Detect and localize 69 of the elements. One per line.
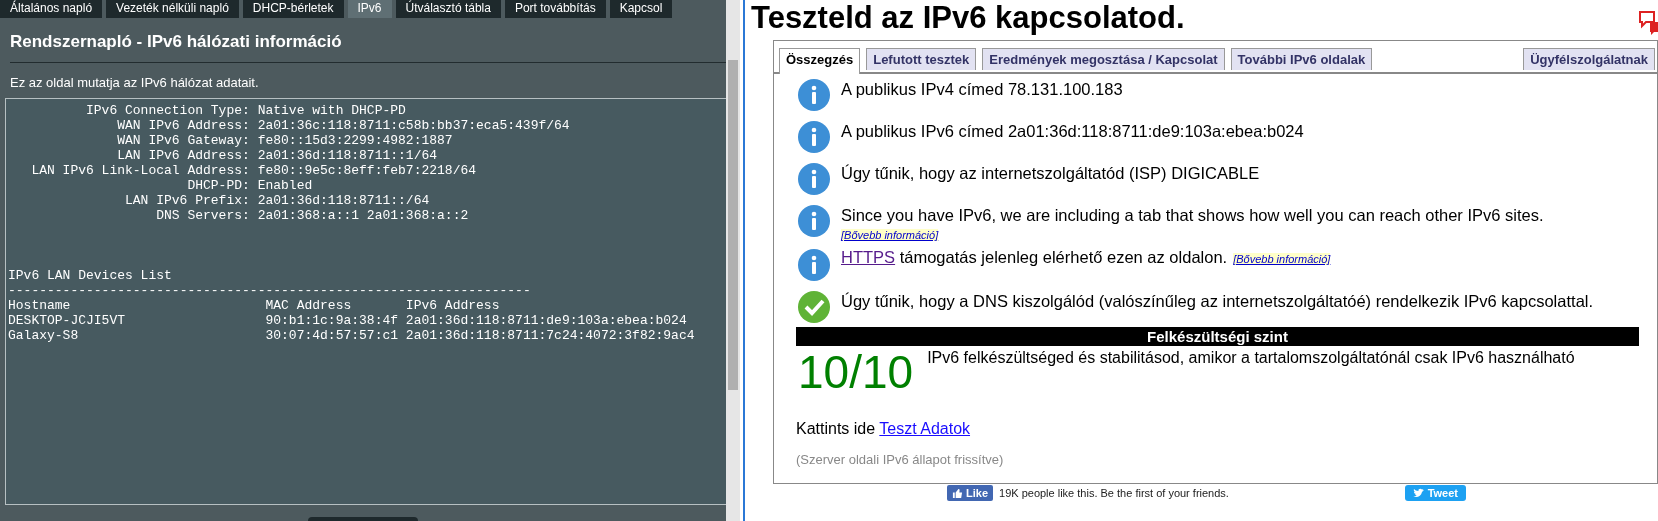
more-info-link[interactable]: [Bővebb információ] <box>841 229 939 241</box>
log-value: Native with DHCP-PD <box>257 103 407 118</box>
info-icon <box>797 248 831 282</box>
result-text: A publikus IPv4 címed 78.131.100.183 <box>841 79 1123 99</box>
result-text: Since you have IPv6, we are including a tab that shows how well you can reach other IPv6 sites. <box>841 205 1544 225</box>
column-header: MAC Address <box>265 298 353 313</box>
table-cell-text: Galaxy-S8 <box>8 328 80 343</box>
details-prompt: Kattints ide <box>796 420 876 437</box>
link[interactable]: HTTPS <box>841 248 896 266</box>
log-heading: IPv6 LAN Devices List <box>8 268 172 283</box>
log-label: WAN IPv6 Address: <box>116 118 250 133</box>
table-cell-text: 30:07:4d:57:57:c1 <box>265 328 400 343</box>
page-title: Teszteld az IPv6 kapcsolatod. <box>751 0 1185 36</box>
table-cell-text: 90:b1:1c:9a:38:4f <box>265 313 400 328</box>
like-button[interactable]: Like <box>947 485 993 501</box>
result-text: A publikus IPv6 címed 2a01:36d:118:8711:de9:103a:ebea:b024 <box>841 121 1304 141</box>
tab[interactable]: Kapcsol <box>609 0 673 18</box>
page-title: Rendszernapló - IPv6 hálózati információ <box>10 18 726 63</box>
table-cell: 2a01:36d:118:8711:7c24:4072:3f82:9ac4 <box>405 328 695 343</box>
tab[interactable]: További IPv6 oldalak <box>1230 48 1373 70</box>
thumbs-up-icon <box>952 487 963 499</box>
link[interactable]: Teszt Adatok <box>879 420 971 437</box>
log-value: fe80::9e5c:8eff:feb7:2218/64 <box>257 163 478 178</box>
tab[interactable]: Lefutott tesztek <box>866 48 977 70</box>
log-label: DHCP-PD: <box>186 178 250 193</box>
bird-icon <box>1412 488 1425 498</box>
score: 10/10 <box>798 346 914 398</box>
info-icon <box>797 204 831 238</box>
log-value: 2a01:368:a::1 2a01:368:a::2 <box>257 208 470 223</box>
tab[interactable]: Útválasztó tábla <box>395 0 501 18</box>
score-description: IPv6 felkészültséged és stabilitásod, amikor a tartalomszolgáltatónál csak IPv6 használható <box>927 348 1575 367</box>
checkmark-icon <box>797 290 831 324</box>
tab[interactable]: Vezeték nélküli napló <box>106 0 239 18</box>
log-label: DNS Servers: <box>155 208 250 223</box>
tab[interactable]: Összegzés <box>779 48 861 74</box>
tab[interactable]: Általános napló <box>0 0 103 18</box>
scrollbar[interactable] <box>726 0 740 521</box>
log-value: 2a01:36d:118:8711::/64 <box>257 193 431 208</box>
page-description: Ez az oldal mutatja az IPv6 hálózat adatait. <box>9 74 260 92</box>
log-label: WAN IPv6 Gateway: <box>116 133 250 148</box>
log-value: Enabled <box>257 178 314 193</box>
info-icon <box>797 162 831 196</box>
column-header: Hostname <box>8 298 72 313</box>
more-info-link[interactable]: [Bővebb információ] <box>1233 253 1331 265</box>
log-separator: ------------------------------------------------------------------- <box>8 283 531 298</box>
log-value: 2a01:36c:118:8711:c58b:bb37:eca5:439f/64 <box>257 118 570 133</box>
table-cell-text: DESKTOP-JCJI5VT <box>8 313 127 328</box>
section-heading: Felkészültségi szint <box>796 327 1639 346</box>
log-label: LAN IPv6 Address: <box>116 148 250 163</box>
status-text: (Szerver oldali IPv6 állapot frissítve) <box>795 451 1005 467</box>
info-icon <box>797 120 831 154</box>
result-text: Úgy tűnik, hogy az internetszolgáltatód (ISP) DIGICABLE <box>841 163 1260 183</box>
result-text: HTTPS támogatás jelenleg elérhető ezen az oldalon. <box>841 247 1228 266</box>
log-label: LAN IPv6 Link-Local Address: <box>30 163 250 178</box>
tab[interactable]: DHCP-bérletek <box>242 0 344 18</box>
column-header: IPv6 Address <box>405 298 501 313</box>
log-value: fe80::15d3:2299:4982:1887 <box>257 133 454 148</box>
log-value: 2a01:36d:118:8711::1/64 <box>257 148 439 163</box>
log-label: IPv6 Connection Type: <box>85 103 250 118</box>
table-cell-text: 2a01:36d:118:8711:de9:103a:ebea:b024 <box>405 313 688 328</box>
info-icon <box>797 78 831 112</box>
tab[interactable]: IPv6 <box>347 0 392 18</box>
tab[interactable]: Eredmények megosztása / Kapcsolat <box>982 48 1225 70</box>
log-label: LAN IPv6 Prefix: <box>124 193 250 208</box>
tab[interactable]: Ügyfélszolgálatnak <box>1523 48 1655 70</box>
tab[interactable]: Port továbbítás <box>504 0 606 18</box>
translate-icon[interactable] <box>1638 8 1658 36</box>
like-count-text: 19K people like this. Be the first of your friends. <box>999 487 1229 499</box>
result-text: Úgy tűnik, hogy a DNS kiszolgálód (valószínűleg az internetszolgáltatóé) rendelkezik IPv6 kapcsolattal. <box>841 291 1594 311</box>
